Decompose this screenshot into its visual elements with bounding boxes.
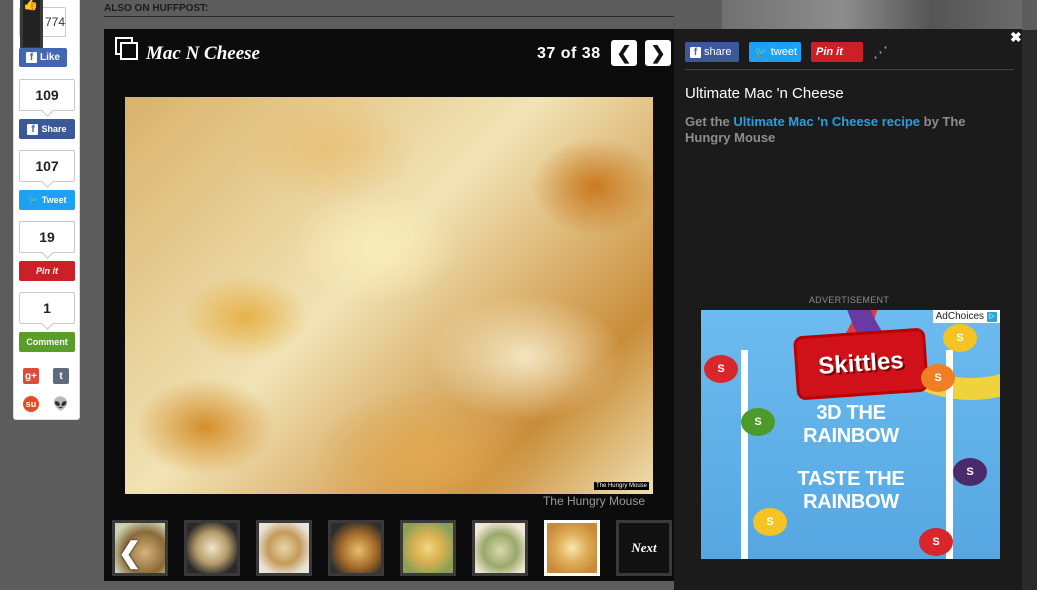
candy-orange: S [921,364,955,392]
photo-watermark: The Hungry Mouse [593,482,649,490]
close-icon[interactable]: ✖ [1010,29,1022,46]
twitter-bird-icon: 🐦 [27,194,39,205]
thumbnail-prev-arrow-icon[interactable]: ❮ [118,536,141,569]
facebook-icon: f [25,52,37,63]
slide-info-panel: ✖ f share 🐦 tweet Pin it ⋰ Ultimate Mac … [674,29,1022,590]
like-count: 774 [44,15,65,29]
pinterest-share-count: 19 [19,221,75,253]
next-slide-button[interactable]: ❯ [645,40,671,66]
ad-line-1: 3D THE [816,402,886,424]
description-prefix: Get the [685,114,734,129]
twitter-share-pill[interactable]: 🐦 tweet [749,42,801,62]
also-on-header: ALSO ON HUFFPOST: [104,0,674,17]
recipe-link[interactable]: Ultimate Mac 'n Cheese recipe [733,114,920,129]
comment-count: 1 [19,292,75,324]
facebook-share-count: 109 [19,79,75,111]
thumbnail[interactable] [256,520,312,576]
candy-purple: S [953,458,987,486]
share-icon[interactable]: ⋰ [873,43,888,61]
thumbnail-strip: ❮ Next [112,520,672,576]
slide-description: Get the Ultimate Mac 'n Cheese recipe by… [685,114,1005,146]
tweet-label: Tweet [41,195,67,205]
candy-yellow: S [943,324,977,352]
ad-line-3: TASTE THE [797,468,905,490]
twitter-share-pill-label: tweet [770,46,797,58]
pin-it-button[interactable]: Pin it [19,261,75,281]
facebook-share-label: Share [41,124,67,134]
candy-red: S [919,528,953,556]
google-plus-icon[interactable]: g+ [23,368,39,384]
twitter-share-count: 107 [19,150,75,182]
tumblr-icon[interactable]: t [53,368,69,384]
comment-label: Comment [26,337,68,347]
adchoices-icon: ▷ [987,311,997,322]
adchoices-label: AdChoices [935,311,984,322]
ad-headline-1: 3D THE RAINBOW [771,402,931,448]
advertisement-label: ADVERTISEMENT [808,295,890,305]
facebook-icon: f [27,123,39,135]
background-photo [722,0,1022,30]
like-count-box: 👍 774 [19,0,66,50]
tweet-button[interactable]: 🐦 Tweet [19,190,75,210]
stumbleupon-icon[interactable]: su [23,396,39,412]
pin-it-label: Pin it [36,266,58,276]
ad-headline-2: TASTE THE RAINBOW [771,468,931,514]
facebook-like-button[interactable]: f Like [19,48,67,67]
thumbnail[interactable] [400,520,456,576]
divider [685,69,1014,70]
pinterest-share-pill-label: Pin it [816,46,843,58]
photo-credit: The Hungry Mouse [542,494,645,508]
background-edge [1022,30,1037,590]
adchoices-badge[interactable]: AdChoices ▷ [932,310,1000,323]
facebook-share-button[interactable]: f Share [19,119,75,139]
share-rail: 👍 774 f Like 109 f Share 107 🐦 Tweet 19 … [13,0,80,420]
candy-red: S [704,355,738,383]
twitter-bird-icon: 🐦 [754,46,768,59]
slideshow-icon [115,37,139,61]
facebook-share-pill-label: share [704,46,732,58]
pinterest-share-pill[interactable]: Pin it [811,42,863,62]
candy-green: S [741,408,775,436]
reddit-icon[interactable]: 👽 [53,396,69,412]
comment-button[interactable]: Comment [19,332,75,352]
slideshow-panel: Mac N Cheese 37 of 38 ❮ ❯ The Hungry Mou… [104,29,674,581]
slide-photo: The Hungry Mouse [125,97,653,494]
thumbnail[interactable]: ❮ [112,520,168,576]
facebook-like-label: Like [39,52,60,63]
facebook-share-pill[interactable]: f share [685,42,739,62]
thumbs-up-icon: 👍 [20,0,43,50]
thumbnail[interactable] [328,520,384,576]
slide-title: Ultimate Mac 'n Cheese [685,85,844,102]
thumbnail-active[interactable] [544,520,600,576]
thumbnail[interactable] [472,520,528,576]
next-thumbnails-button[interactable]: Next [616,520,672,576]
advertisement-banner[interactable]: Skittles S S S S S S S 3D THE RAINBOW TA… [701,310,1000,559]
slide-counter: 37 of 38 [537,45,601,62]
skittles-logo: Skittles [796,330,926,398]
slideshow-title: Mac N Cheese [146,43,260,64]
ad-line-2: RAINBOW [803,425,899,447]
facebook-icon: f [690,46,701,58]
previous-slide-button[interactable]: ❮ [611,40,637,66]
ad-line-4: RAINBOW [803,491,899,513]
thumbnail[interactable] [184,520,240,576]
